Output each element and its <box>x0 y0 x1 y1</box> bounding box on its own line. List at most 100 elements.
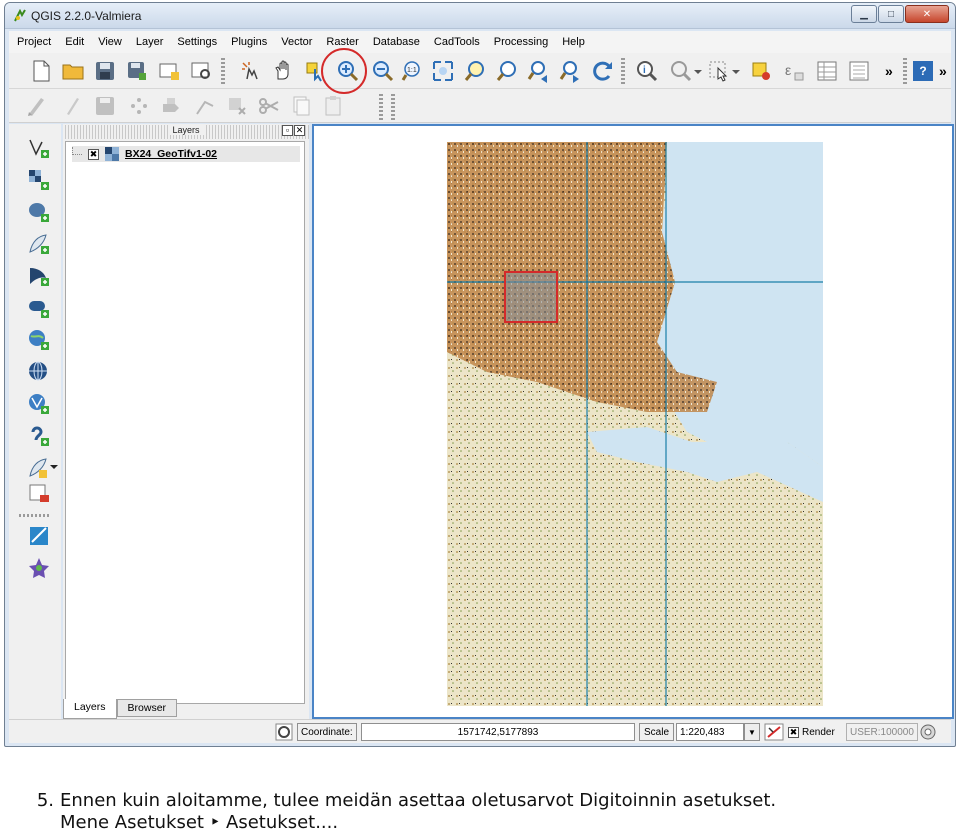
layer-row[interactable]: ✖ BX24_GeoTifv1-02 <box>72 146 300 162</box>
crs-status[interactable]: USER:100000 <box>846 723 918 741</box>
composer-manager-icon[interactable] <box>189 59 213 83</box>
menu-raster[interactable]: Raster <box>326 35 358 49</box>
menu-plugins[interactable]: Plugins <box>231 35 267 49</box>
zoom-to-selection-icon[interactable] <box>495 59 519 83</box>
menu-layer[interactable]: Layer <box>136 35 164 49</box>
add-feature-icon[interactable] <box>127 94 151 118</box>
chevron-down-icon[interactable] <box>49 454 59 478</box>
zoom-native-resolution-icon[interactable]: 1:1 <box>401 59 425 83</box>
scale-dropdown-button[interactable]: ▼ <box>744 723 760 741</box>
current-edits-icon[interactable] <box>25 94 49 118</box>
node-tool-icon[interactable] <box>193 94 217 118</box>
add-wfs-layer-icon[interactable] <box>27 392 51 416</box>
new-shapefile-layer-icon[interactable] <box>27 456 51 480</box>
add-spatialite-layer-icon[interactable] <box>27 232 51 256</box>
attribute-table-icon[interactable] <box>815 59 839 83</box>
render-label: Render <box>802 726 835 738</box>
float-panel-button[interactable]: ▫ <box>282 125 293 136</box>
new-print-composer-icon[interactable] <box>157 59 181 83</box>
select-features-icon[interactable] <box>707 59 731 83</box>
help-button[interactable]: ? <box>913 61 933 81</box>
plugin-tool-icon[interactable] <box>27 556 51 580</box>
maximize-button[interactable]: □ <box>878 5 904 23</box>
copy-features-icon[interactable] <box>289 94 313 118</box>
menu-project[interactable]: Project <box>17 35 51 49</box>
layer-name[interactable]: BX24_GeoTifv1-02 <box>125 148 217 160</box>
touch-zoom-icon[interactable] <box>239 59 263 83</box>
stop-render-icon[interactable] <box>764 723 784 741</box>
move-feature-icon[interactable] <box>159 94 183 118</box>
map-canvas[interactable] <box>312 124 954 719</box>
toolbar-grip[interactable] <box>19 514 49 517</box>
toolbar-grip[interactable] <box>903 58 907 84</box>
chevron-down-icon[interactable] <box>693 59 703 83</box>
layers-panel-header[interactable]: Layers <box>63 125 309 139</box>
add-delimited-text-layer-icon[interactable] <box>27 424 51 448</box>
open-project-icon[interactable] <box>61 59 85 83</box>
menu-settings[interactable]: Settings <box>177 35 217 49</box>
delete-selected-icon[interactable] <box>225 94 249 118</box>
minimize-button[interactable]: ▁ <box>851 5 877 23</box>
chevron-down-icon[interactable] <box>731 59 741 83</box>
scale-combobox[interactable]: 1:220,483 <box>676 723 744 741</box>
crs-icon[interactable] <box>919 723 937 741</box>
add-mssql-layer-icon[interactable] <box>27 264 51 288</box>
menu-vector[interactable]: Vector <box>281 35 312 49</box>
zoom-full-icon[interactable] <box>431 59 455 83</box>
zoom-last-icon[interactable] <box>527 59 551 83</box>
remove-layer-icon[interactable] <box>27 482 51 506</box>
deselect-all-icon[interactable] <box>749 59 773 83</box>
menu-bar: Project Edit View Layer Settings Plugins… <box>9 31 951 53</box>
render-toggle[interactable]: ✖ Render <box>788 723 835 741</box>
paste-features-icon[interactable] <box>321 94 345 118</box>
close-panel-button[interactable]: ✕ <box>294 125 305 136</box>
menu-view[interactable]: View <box>98 35 122 49</box>
zoom-to-layer-icon[interactable] <box>463 59 487 83</box>
cut-features-icon[interactable] <box>257 94 281 118</box>
toolbar-grip[interactable] <box>391 94 395 120</box>
add-postgis-layer-icon[interactable] <box>27 200 51 224</box>
toolbar-grip[interactable] <box>621 58 625 84</box>
toggle-editing-icon[interactable] <box>61 94 85 118</box>
add-oracle-layer-icon[interactable] <box>27 296 51 320</box>
main-toolbar: 1:1 i ε » ? » <box>9 53 951 89</box>
raster-map[interactable] <box>447 142 823 706</box>
toolbar-grip[interactable] <box>379 94 383 120</box>
identify-features-icon[interactable]: i <box>635 59 659 83</box>
caption-text-1: Ennen kuin aloitamme, tulee meidän asett… <box>60 790 777 811</box>
new-project-icon[interactable] <box>29 59 53 83</box>
menu-database[interactable]: Database <box>373 35 420 49</box>
save-project-icon[interactable] <box>93 59 117 83</box>
layer-tree[interactable]: ✖ BX24_GeoTifv1-02 <box>65 141 305 704</box>
menu-processing[interactable]: Processing <box>494 35 548 49</box>
save-as-icon[interactable] <box>125 59 149 83</box>
identify-dropdown-icon[interactable] <box>669 59 693 83</box>
refresh-icon[interactable] <box>591 59 615 83</box>
menu-help[interactable]: Help <box>562 35 585 49</box>
toolbar-overflow-button-2[interactable]: » <box>939 59 955 83</box>
messages-icon[interactable] <box>275 723 293 741</box>
tab-browser[interactable]: Browser <box>116 699 178 717</box>
coordinate-field[interactable]: 1571742,5177893 <box>361 723 635 741</box>
zoom-out-icon[interactable] <box>371 59 395 83</box>
add-wcs-layer-icon[interactable] <box>27 360 51 384</box>
field-calculator-icon[interactable]: ε <box>781 59 805 83</box>
statistics-icon[interactable] <box>847 59 871 83</box>
tab-layers[interactable]: Layers <box>63 699 117 719</box>
georeferencer-icon[interactable] <box>27 524 51 548</box>
render-checkbox[interactable]: ✖ <box>788 726 799 738</box>
save-edits-icon[interactable] <box>93 94 117 118</box>
panel-tabs: Layers Browser <box>63 699 178 719</box>
add-vector-layer-icon[interactable] <box>27 136 51 160</box>
zoom-next-icon[interactable] <box>559 59 583 83</box>
add-wms-layer-icon[interactable] <box>27 328 51 352</box>
toolbar-grip[interactable] <box>221 58 225 84</box>
layer-visibility-checkbox[interactable]: ✖ <box>88 148 99 160</box>
pan-icon[interactable] <box>271 59 295 83</box>
menu-cadtools[interactable]: CadTools <box>434 35 480 49</box>
menu-edit[interactable]: Edit <box>65 35 84 49</box>
close-button[interactable]: ✕ <box>905 5 949 23</box>
add-raster-layer-icon[interactable] <box>27 168 51 192</box>
coordinate-label[interactable]: Coordinate: <box>297 723 357 741</box>
instruction-caption: 5. Ennen kuin aloitamme, tulee meidän ase… <box>22 790 952 834</box>
